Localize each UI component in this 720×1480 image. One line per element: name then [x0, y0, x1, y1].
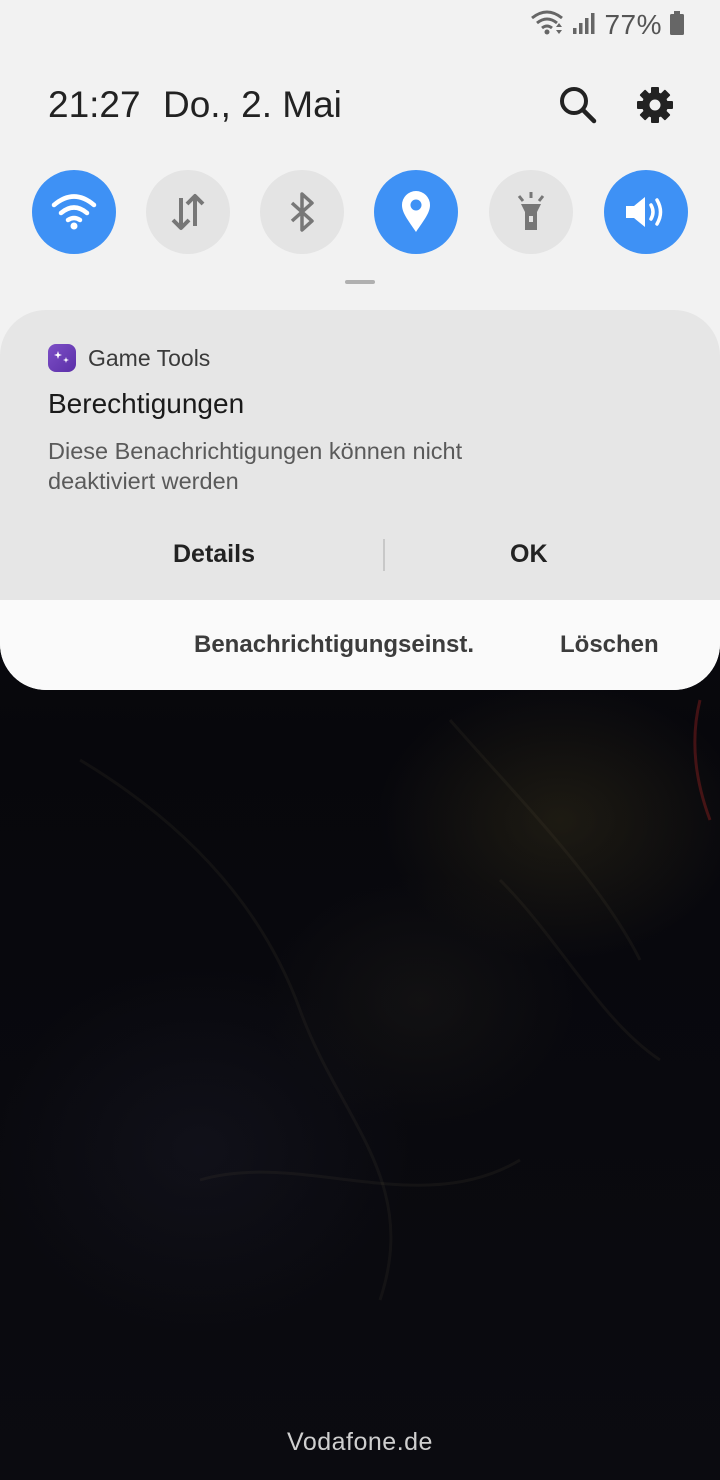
notification-footer: Benachrichtigungseinst. Löschen: [0, 600, 720, 690]
notification-settings-button[interactable]: Benachrichtigungseinst.: [194, 631, 474, 659]
location-pin-icon: [402, 191, 430, 232]
clear-all-button[interactable]: Löschen: [560, 631, 659, 659]
mobile-data-toggle[interactable]: [146, 170, 230, 254]
game-tools-app-icon: [48, 344, 76, 372]
flashlight-icon: [517, 192, 545, 230]
cell-signal-icon: [572, 11, 596, 40]
bluetooth-toggle[interactable]: [260, 170, 344, 254]
battery-percentage: 77%: [604, 9, 662, 40]
wifi-status-icon: [530, 10, 564, 41]
clock: 21:27: [48, 84, 141, 125]
ok-button[interactable]: OK: [510, 540, 548, 569]
wifi-icon: [51, 194, 97, 230]
data-arrows-icon: [171, 194, 205, 230]
details-button[interactable]: Details: [173, 540, 255, 569]
sound-toggle[interactable]: [604, 170, 688, 254]
notification-app-row: Game Tools: [48, 344, 210, 372]
date[interactable]: Do., 2. Mai: [163, 84, 342, 126]
quick-settings-toggles: [0, 170, 720, 254]
notification-body: Diese Benachrichtigungen können nicht de…: [48, 438, 463, 494]
search-icon: [560, 87, 597, 124]
action-divider: [383, 539, 385, 571]
carrier-label: Vodafone.de: [287, 1428, 433, 1456]
status-bar: 77%: [530, 6, 684, 44]
notification-panel: 77% 21:27 Do., 2. Mai Game Tools Berecht…: [0, 0, 720, 690]
flashlight-toggle[interactable]: [489, 170, 573, 254]
notification-card[interactable]: Game Tools Berechtigungen Diese Benachri…: [0, 310, 720, 690]
notification-title: Berechtigungen: [48, 388, 245, 419]
bluetooth-icon: [290, 192, 314, 232]
gear-icon: [637, 87, 673, 123]
panel-drag-handle[interactable]: [345, 280, 375, 284]
settings-button[interactable]: [632, 82, 678, 128]
battery-icon: [670, 10, 684, 40]
location-toggle[interactable]: [374, 170, 458, 254]
speaker-icon: [626, 197, 663, 227]
wifi-toggle[interactable]: [32, 170, 116, 254]
notification-app-name: Game Tools: [88, 344, 211, 371]
search-button[interactable]: [555, 82, 601, 128]
